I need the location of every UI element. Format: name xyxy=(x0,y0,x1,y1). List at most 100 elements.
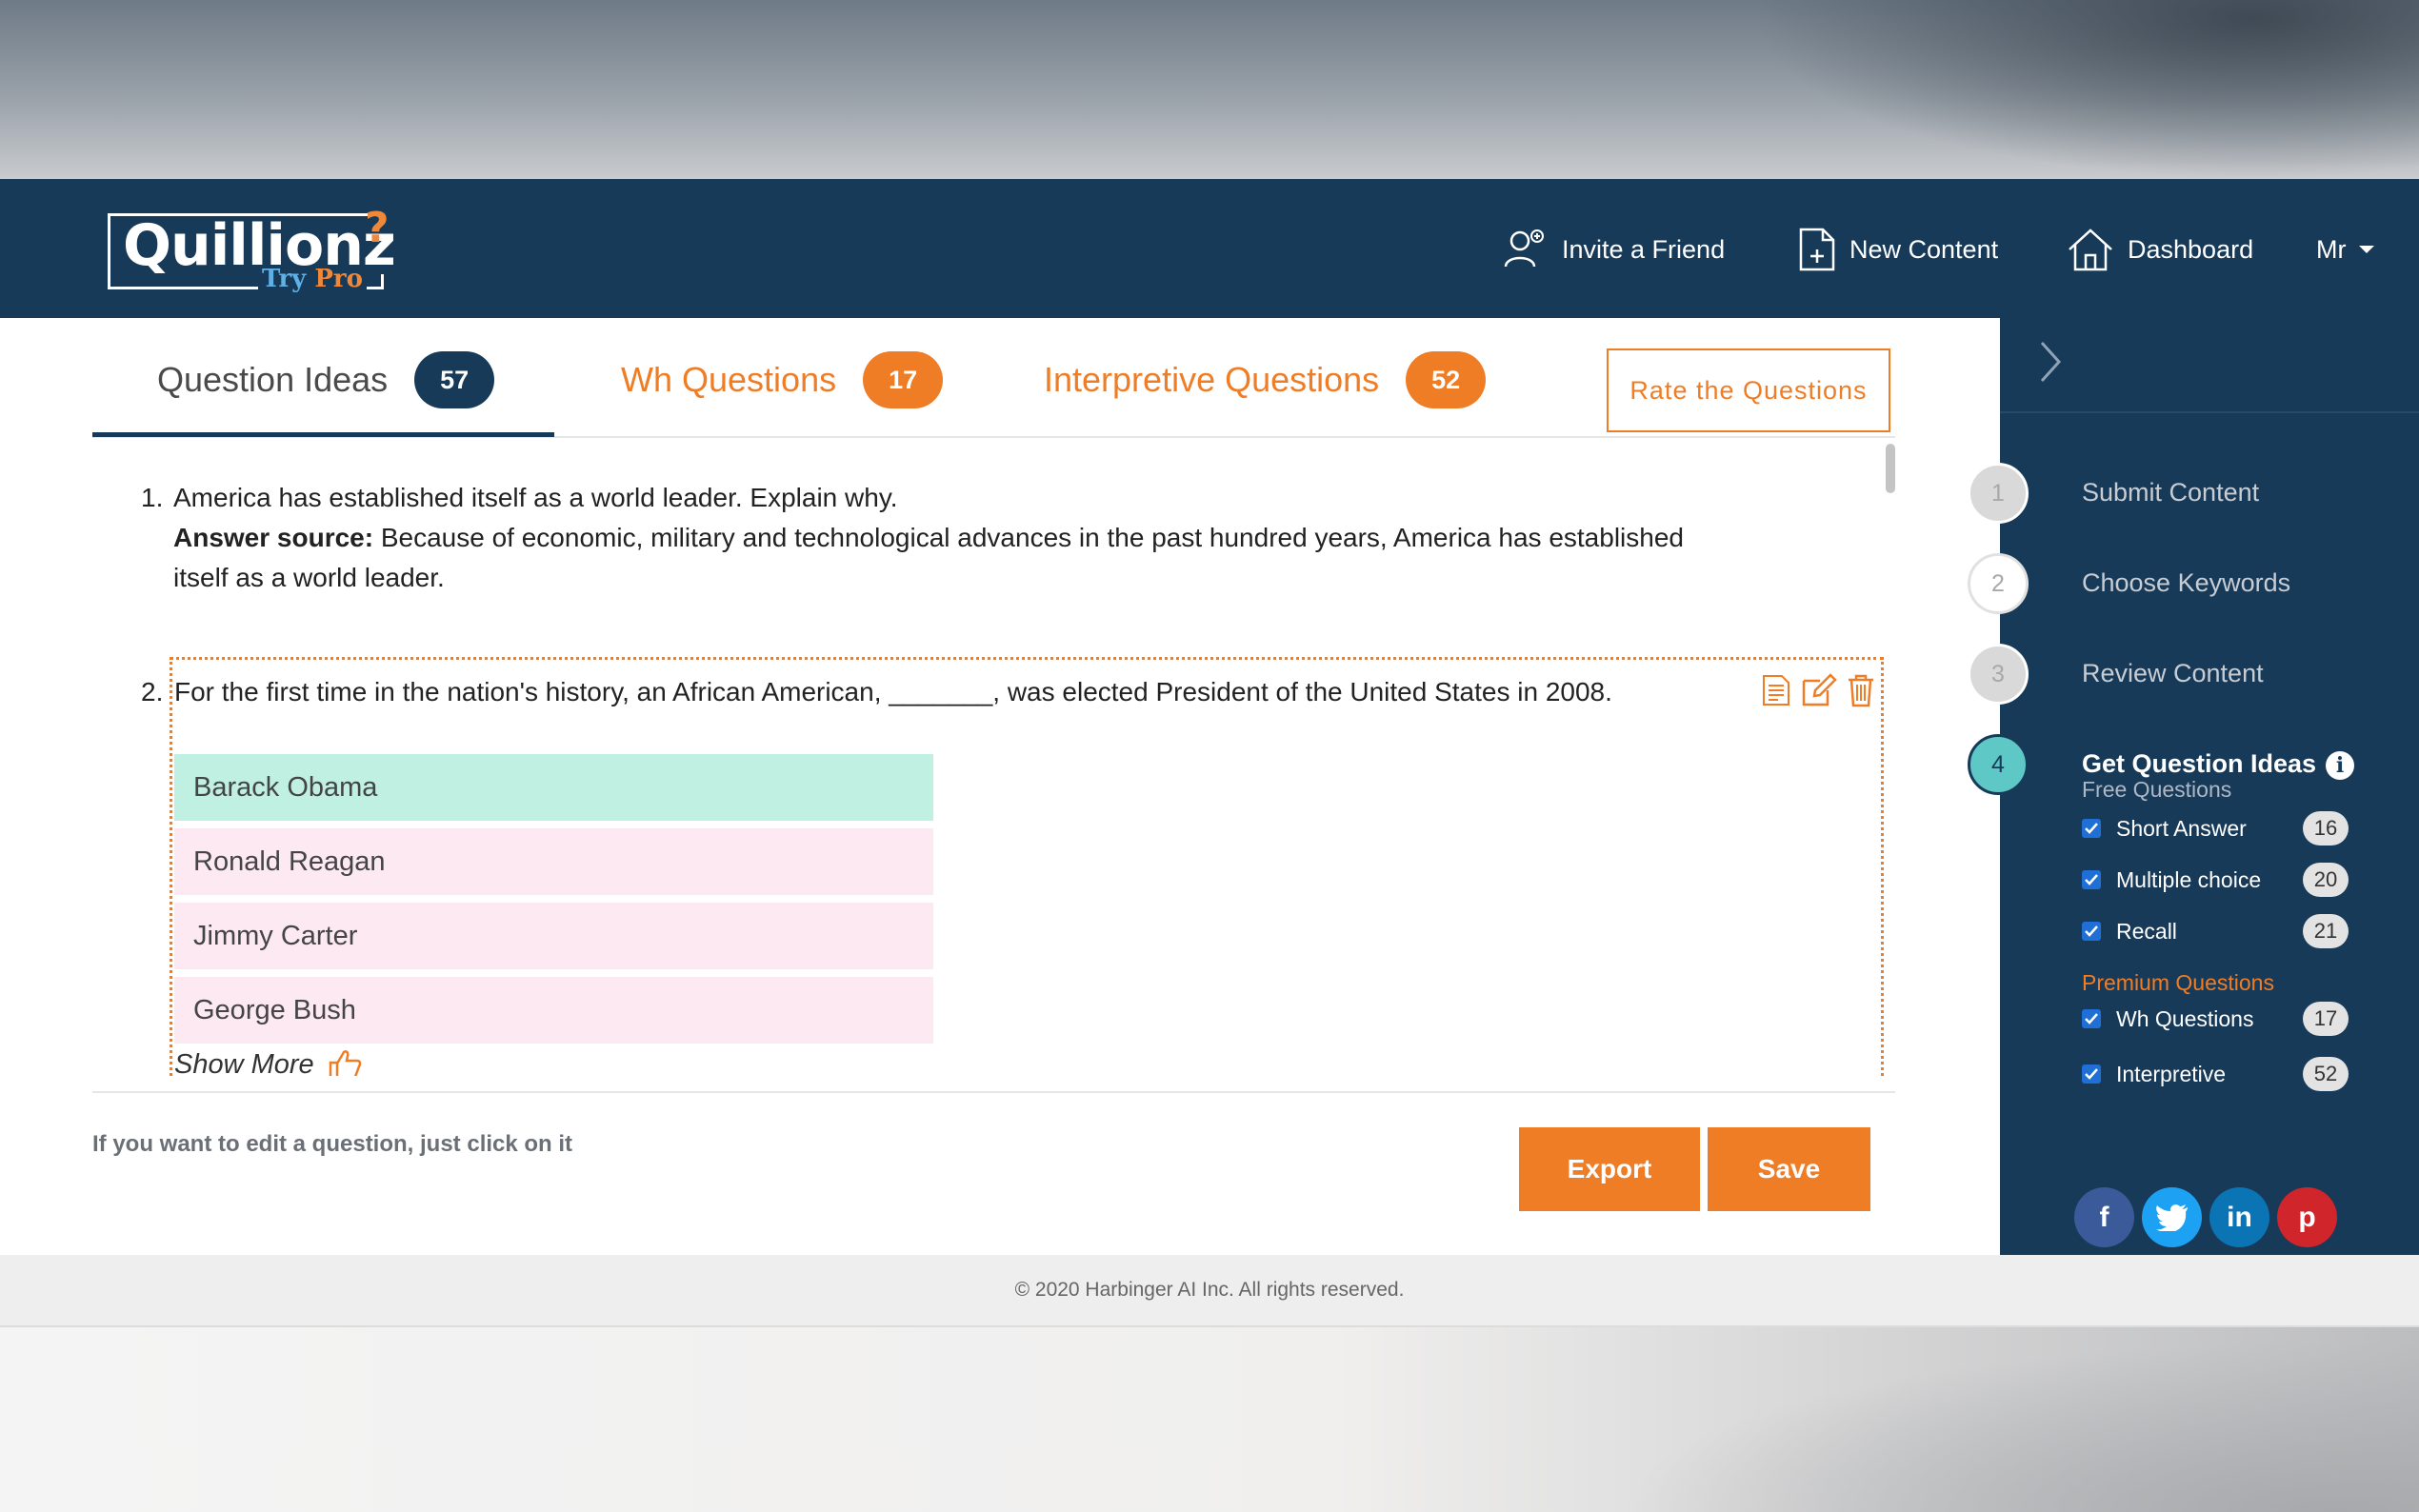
copyright-text: © 2020 Harbinger AI Inc. All rights rese… xyxy=(1014,1279,1405,1301)
question-tools xyxy=(1761,673,1875,707)
step-number: 2 xyxy=(1968,553,2029,614)
filter-count: 16 xyxy=(2303,811,2349,846)
step-number: 4 xyxy=(1968,734,2029,795)
filter-count: 17 xyxy=(2303,1002,2349,1036)
filter-label: Recall xyxy=(2116,918,2177,944)
tab-question-ideas-count: 57 xyxy=(414,351,495,408)
tab-question-ideas-label: Question Ideas xyxy=(157,360,389,399)
step-label: Submit Content xyxy=(2082,478,2260,507)
logo-tagline: Try Pro xyxy=(258,267,367,291)
background-top xyxy=(0,0,2419,179)
step-label: Get Question Ideas xyxy=(2082,749,2317,778)
tab-interpretive-questions-label: Interpretive Questions xyxy=(1044,360,1380,399)
home-icon xyxy=(2069,229,2112,271)
tab-wh-questions-count: 17 xyxy=(863,351,944,408)
save-button[interactable]: Save xyxy=(1708,1127,1870,1211)
chevron-down-icon xyxy=(2359,246,2375,253)
thumbs-up-icon xyxy=(329,1050,361,1076)
nav-new-content[interactable]: New Content xyxy=(1798,223,1998,276)
user-name: Mr xyxy=(2316,234,2347,264)
filter-interpretive[interactable]: Interpretive 52 xyxy=(2082,1057,2349,1091)
tagline-pro: Pro xyxy=(314,265,363,293)
filter-label: Short Answer xyxy=(2116,815,2247,841)
checkbox-checked-icon[interactable] xyxy=(2082,1009,2101,1028)
tagline-try: Try xyxy=(262,265,307,293)
invite-friend-icon xyxy=(1504,229,1544,268)
user-menu[interactable]: Mr xyxy=(2316,223,2375,276)
question-item-2[interactable]: For the first time in the nation's histo… xyxy=(170,657,1884,1076)
tab-question-ideas[interactable]: Question Ideas 57 xyxy=(157,347,495,413)
answer-option[interactable]: George Bush xyxy=(174,977,933,1044)
export-button[interactable]: Export xyxy=(1519,1127,1700,1211)
filter-label: Wh Questions xyxy=(2116,1005,2254,1031)
active-tab-indicator xyxy=(92,432,554,437)
edit-hint: If you want to edit a question, just cli… xyxy=(92,1131,573,1157)
premium-questions-title: Premium Questions xyxy=(2082,970,2274,995)
tab-wh-questions[interactable]: Wh Questions 17 xyxy=(621,347,944,413)
background-bottom xyxy=(0,1327,2419,1512)
new-content-icon xyxy=(1799,228,1835,271)
quillionz-logo[interactable]: Quillionz ? Try Pro xyxy=(108,204,399,293)
scrollbar-thumb[interactable] xyxy=(1886,444,1895,493)
content-scrollbar[interactable] xyxy=(1886,438,1895,819)
footer-divider xyxy=(92,1091,1895,1093)
step-label: Choose Keywords xyxy=(2082,568,2291,597)
checkbox-checked-icon[interactable] xyxy=(2082,1064,2101,1084)
question-tabs: Question Ideas 57 Wh Questions 17 Interp… xyxy=(92,318,1895,438)
collapse-chevron-icon[interactable] xyxy=(2038,339,2063,385)
step-review-content[interactable]: 3 Review Content xyxy=(1968,644,2419,705)
checkbox-checked-icon[interactable] xyxy=(2082,870,2101,889)
tab-interpretive-questions[interactable]: Interpretive Questions 52 xyxy=(1044,347,1487,413)
step-choose-keywords[interactable]: 2 Choose Keywords xyxy=(1968,553,2419,614)
checkbox-checked-icon[interactable] xyxy=(2082,922,2101,941)
filter-label: Multiple choice xyxy=(2116,866,2262,892)
answer-source-text: Because of economic, military and techno… xyxy=(173,523,1684,592)
checkbox-checked-icon[interactable] xyxy=(2082,819,2101,838)
answer-source: Answer source: Because of economic, mili… xyxy=(173,518,1712,598)
filter-multiple-choice[interactable]: Multiple choice 20 xyxy=(2082,863,2349,897)
delete-icon[interactable] xyxy=(1847,673,1875,707)
question-number: 1. xyxy=(141,483,164,512)
filter-count: 52 xyxy=(2303,1057,2349,1091)
top-header: Quillionz ? Try Pro Invite a Friend New … xyxy=(0,179,2419,318)
free-questions-title: Free Questions xyxy=(2082,777,2232,802)
filter-count: 20 xyxy=(2303,863,2349,897)
page-footer: © 2020 Harbinger AI Inc. All rights rese… xyxy=(0,1255,2419,1327)
filter-label: Interpretive xyxy=(2116,1061,2227,1086)
answer-option-correct[interactable]: Barack Obama xyxy=(174,754,933,821)
show-more-label: Show More xyxy=(174,1048,314,1077)
rate-questions-button[interactable]: Rate the Questions xyxy=(1607,348,1890,432)
filter-wh-questions[interactable]: Wh Questions 17 xyxy=(2082,1002,2349,1036)
pinterest-icon[interactable]: p xyxy=(2277,1187,2337,1247)
nav-invite-label: Invite a Friend xyxy=(1562,234,1726,264)
answer-option[interactable]: Jimmy Carter xyxy=(174,903,933,969)
nav-new-content-label: New Content xyxy=(1849,234,1999,264)
sidebar-divider xyxy=(2000,411,2419,413)
question-text: America has established itself as a worl… xyxy=(173,483,898,512)
filter-short-answer[interactable]: Short Answer 16 xyxy=(2082,811,2349,846)
question-text: For the first time in the nation's histo… xyxy=(174,677,1612,706)
info-icon[interactable]: i xyxy=(2326,751,2354,780)
filter-count: 21 xyxy=(2303,914,2349,948)
notes-icon[interactable] xyxy=(1761,673,1791,707)
tab-wh-questions-label: Wh Questions xyxy=(621,360,837,399)
nav-dashboard[interactable]: Dashboard xyxy=(2067,223,2253,276)
question-item-1[interactable]: 1. America has established itself as a w… xyxy=(141,478,1712,598)
facebook-icon[interactable]: f xyxy=(2074,1187,2134,1247)
step-submit-content[interactable]: 1 Submit Content xyxy=(1968,463,2419,524)
twitter-icon[interactable] xyxy=(2142,1187,2202,1247)
answer-source-label: Answer source: xyxy=(173,523,374,552)
edit-icon[interactable] xyxy=(1801,673,1837,707)
question-number: 2. xyxy=(141,677,164,706)
nav-invite-friend[interactable]: Invite a Friend xyxy=(1503,223,1725,276)
step-number: 3 xyxy=(1968,644,2029,705)
question-mark-icon: ? xyxy=(365,204,390,252)
nav-dashboard-label: Dashboard xyxy=(2128,234,2254,264)
step-number: 1 xyxy=(1968,463,2029,524)
linkedin-icon[interactable]: in xyxy=(2209,1187,2269,1247)
answer-option[interactable]: Ronald Reagan xyxy=(174,828,933,895)
show-more-link[interactable]: Show More xyxy=(174,1048,362,1076)
step-label: Review Content xyxy=(2082,659,2264,687)
main-panel: Question Ideas 57 Wh Questions 17 Interp… xyxy=(0,318,2000,1255)
filter-recall[interactable]: Recall 21 xyxy=(2082,914,2349,948)
